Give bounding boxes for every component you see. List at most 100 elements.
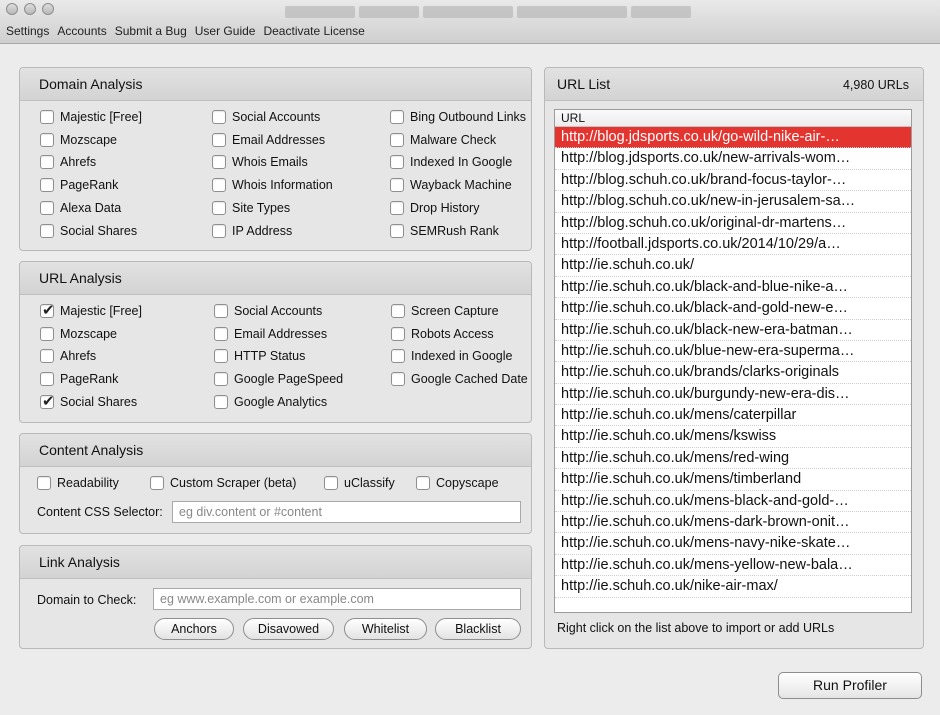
url-row[interactable]: http://ie.schuh.co.uk/mens/red-wing bbox=[555, 448, 911, 470]
domain-to-check-input[interactable]: eg www.example.com or example.com bbox=[153, 588, 521, 610]
url-row[interactable]: http://blog.jdsports.co.uk/go-wild-nike-… bbox=[555, 127, 911, 149]
mozscape-checkbox[interactable]: Mozscape bbox=[40, 132, 117, 147]
checkbox-box[interactable] bbox=[40, 326, 54, 341]
url-row[interactable]: http://ie.schuh.co.uk/burgundy-new-era-d… bbox=[555, 384, 911, 406]
url-row[interactable]: http://ie.schuh.co.uk/mens/timberland bbox=[555, 469, 911, 491]
majestic-free-checkbox[interactable]: Majestic [Free] bbox=[40, 110, 142, 124]
screen-capture-checkbox[interactable]: Screen Capture bbox=[391, 304, 499, 318]
whois-information-checkbox[interactable]: Whois Information bbox=[212, 178, 333, 193]
wayback-machine-checkbox[interactable]: Wayback Machine bbox=[390, 178, 512, 193]
url-row[interactable]: http://ie.schuh.co.uk/brands/clarks-orig… bbox=[555, 362, 911, 384]
readability-checkbox[interactable]: Readability bbox=[37, 476, 119, 490]
content-css-selector-input[interactable]: eg div.content or #content bbox=[172, 501, 521, 523]
url-row[interactable]: http://blog.schuh.co.uk/new-in-jerusalem… bbox=[555, 191, 911, 213]
checkbox-box[interactable] bbox=[214, 304, 228, 318]
alexa-data-checkbox[interactable]: Alexa Data bbox=[40, 200, 121, 215]
url-row[interactable]: http://ie.schuh.co.uk/ bbox=[555, 255, 911, 277]
checkbox-box[interactable] bbox=[390, 155, 404, 170]
url-row[interactable]: http://blog.jdsports.co.uk/new-arrivals-… bbox=[555, 148, 911, 170]
indexed-in-google-checkbox[interactable]: Indexed In Google bbox=[390, 155, 512, 170]
checkbox-box[interactable] bbox=[212, 155, 226, 170]
url-column-header[interactable]: URL bbox=[555, 110, 911, 127]
url-row[interactable]: http://ie.schuh.co.uk/mens-dark-brown-on… bbox=[555, 512, 911, 534]
email-addresses-checkbox[interactable]: Email Addresses bbox=[214, 326, 327, 341]
checkbox-box[interactable] bbox=[416, 476, 430, 490]
checkbox-box[interactable] bbox=[214, 349, 228, 364]
google-pagespeed-checkbox[interactable]: Google PageSpeed bbox=[214, 372, 343, 387]
checkbox-box[interactable] bbox=[212, 178, 226, 193]
menu-settings[interactable]: Settings bbox=[6, 24, 49, 38]
ip-address-checkbox[interactable]: IP Address bbox=[212, 223, 292, 238]
checkbox-box[interactable] bbox=[212, 110, 226, 124]
url-row[interactable]: http://football.jdsports.co.uk/2014/10/2… bbox=[555, 234, 911, 256]
url-row[interactable]: http://ie.schuh.co.uk/black-and-gold-new… bbox=[555, 298, 911, 320]
run-profiler-button[interactable]: Run Profiler bbox=[778, 672, 922, 699]
malware-check-checkbox[interactable]: Malware Check bbox=[390, 132, 496, 147]
url-row[interactable]: http://ie.schuh.co.uk/black-and-blue-nik… bbox=[555, 277, 911, 299]
majestic-free-checkbox[interactable]: Majestic [Free] bbox=[40, 301, 142, 319]
uclassify-checkbox[interactable]: uClassify bbox=[324, 476, 395, 490]
checkbox-box[interactable] bbox=[40, 200, 54, 215]
checkbox-box[interactable] bbox=[212, 223, 226, 238]
checkbox-box[interactable] bbox=[40, 392, 55, 410]
google-cached-date-checkbox[interactable]: Google Cached Date bbox=[391, 372, 528, 387]
robots-access-checkbox[interactable]: Robots Access bbox=[391, 326, 494, 341]
menu-submit-bug[interactable]: Submit a Bug bbox=[115, 24, 187, 38]
checkbox-box[interactable] bbox=[150, 476, 164, 490]
url-row[interactable]: http://blog.schuh.co.uk/brand-focus-tayl… bbox=[555, 170, 911, 192]
checkbox-box[interactable] bbox=[40, 223, 54, 238]
checkbox-box[interactable] bbox=[37, 476, 51, 490]
checkbox-box[interactable] bbox=[391, 326, 405, 341]
close-window-button[interactable] bbox=[6, 3, 18, 15]
http-status-checkbox[interactable]: HTTP Status bbox=[214, 349, 305, 364]
checkbox-box[interactable] bbox=[391, 304, 405, 318]
url-row[interactable]: http://ie.schuh.co.uk/blue-new-era-super… bbox=[555, 341, 911, 363]
menu-deactivate-license[interactable]: Deactivate License bbox=[263, 24, 364, 38]
url-row[interactable]: http://ie.schuh.co.uk/nike-air-max/ bbox=[555, 576, 911, 598]
blacklist-button[interactable]: Blacklist bbox=[435, 618, 521, 640]
checkbox-box[interactable] bbox=[40, 301, 55, 319]
url-row[interactable]: http://ie.schuh.co.uk/mens-yellow-new-ba… bbox=[555, 555, 911, 577]
checkbox-box[interactable] bbox=[390, 178, 404, 193]
social-shares-checkbox[interactable]: Social Shares bbox=[40, 392, 137, 410]
zoom-window-button[interactable] bbox=[42, 3, 54, 15]
url-row[interactable]: http://ie.schuh.co.uk/mens-navy-nike-ska… bbox=[555, 533, 911, 555]
bing-outbound-links-checkbox[interactable]: Bing Outbound Links bbox=[390, 110, 526, 124]
social-accounts-checkbox[interactable]: Social Accounts bbox=[212, 110, 320, 124]
url-row[interactable]: http://ie.schuh.co.uk/mens/caterpillar bbox=[555, 405, 911, 427]
checkbox-box[interactable] bbox=[390, 200, 404, 215]
email-addresses-checkbox[interactable]: Email Addresses bbox=[212, 132, 325, 147]
url-list-table[interactable]: URL http://blog.jdsports.co.uk/go-wild-n… bbox=[554, 109, 912, 613]
pagerank-checkbox[interactable]: PageRank bbox=[40, 372, 118, 387]
url-row[interactable]: http://ie.schuh.co.uk/black-new-era-batm… bbox=[555, 320, 911, 341]
checkbox-box[interactable] bbox=[214, 372, 228, 387]
mozscape-checkbox[interactable]: Mozscape bbox=[40, 326, 117, 341]
checkbox-box[interactable] bbox=[40, 372, 54, 387]
checkbox-box[interactable] bbox=[40, 110, 54, 124]
ahrefs-checkbox[interactable]: Ahrefs bbox=[40, 349, 96, 364]
checkbox-box[interactable] bbox=[391, 349, 405, 364]
google-analytics-checkbox[interactable]: Google Analytics bbox=[214, 394, 327, 409]
checkbox-box[interactable] bbox=[40, 132, 54, 147]
menu-accounts[interactable]: Accounts bbox=[57, 24, 106, 38]
semrush-rank-checkbox[interactable]: SEMRush Rank bbox=[390, 223, 499, 238]
disavowed-button[interactable]: Disavowed bbox=[243, 618, 334, 640]
checkbox-box[interactable] bbox=[214, 326, 228, 341]
checkbox-box[interactable] bbox=[40, 349, 54, 364]
checkbox-box[interactable] bbox=[324, 476, 338, 490]
checkbox-box[interactable] bbox=[214, 394, 228, 409]
whois-emails-checkbox[interactable]: Whois Emails bbox=[212, 155, 308, 170]
ahrefs-checkbox[interactable]: Ahrefs bbox=[40, 155, 96, 170]
social-accounts-checkbox[interactable]: Social Accounts bbox=[214, 304, 322, 318]
minimize-window-button[interactable] bbox=[24, 3, 36, 15]
menu-user-guide[interactable]: User Guide bbox=[195, 24, 256, 38]
social-shares-checkbox[interactable]: Social Shares bbox=[40, 223, 137, 238]
checkbox-box[interactable] bbox=[40, 178, 54, 193]
custom-scraper-checkbox[interactable]: Custom Scraper (beta) bbox=[150, 476, 296, 490]
url-row[interactable]: http://ie.schuh.co.uk/mens-black-and-gol… bbox=[555, 491, 911, 513]
site-types-checkbox[interactable]: Site Types bbox=[212, 200, 290, 215]
indexed-in-google-checkbox[interactable]: Indexed in Google bbox=[391, 349, 512, 364]
checkbox-box[interactable] bbox=[390, 132, 404, 147]
drop-history-checkbox[interactable]: Drop History bbox=[390, 200, 479, 215]
pagerank-checkbox[interactable]: PageRank bbox=[40, 178, 118, 193]
